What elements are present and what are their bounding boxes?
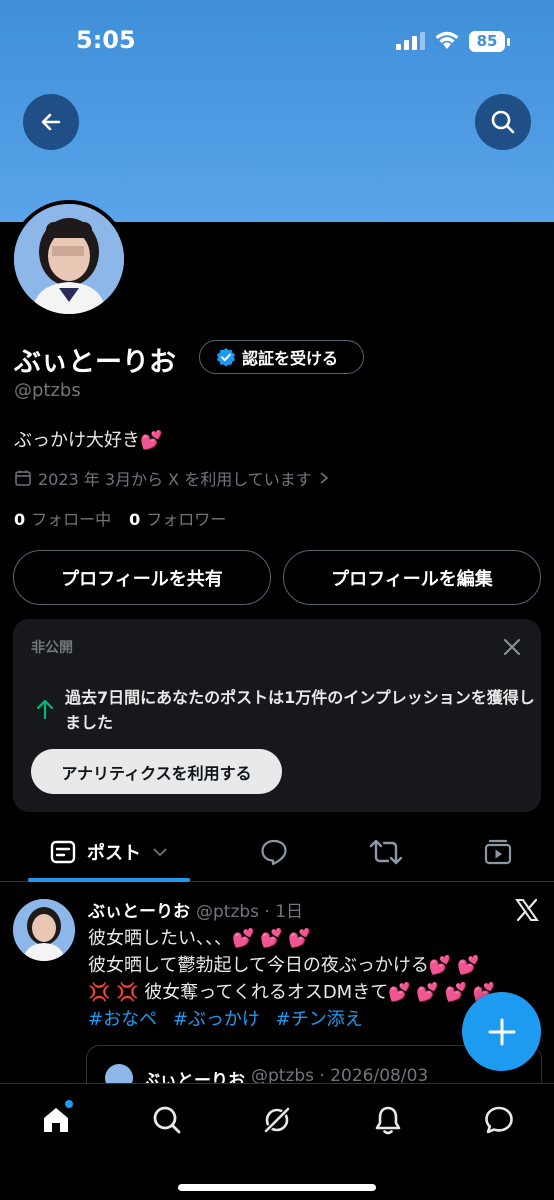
messages-icon: [485, 1106, 513, 1134]
chevron-right-icon: [320, 472, 328, 484]
nav-grok[interactable]: [257, 1100, 297, 1140]
reply-icon: [261, 839, 287, 866]
status-time: 5:05: [76, 26, 136, 54]
tab-posts-label: ポスト: [87, 843, 141, 864]
get-verified-label: 認証を受ける: [242, 349, 339, 368]
bottom-nav: [0, 1083, 554, 1200]
following-count: 0: [14, 510, 26, 529]
impressions-message: 過去7日間にあなたのポストは1万件のインプレッションを獲得しました: [65, 688, 535, 732]
status-bar: 5:05 85: [0, 0, 554, 80]
analytics-button[interactable]: アナリティクスを利用する: [31, 749, 282, 794]
home-indicator: [178, 1184, 376, 1191]
search-icon: [491, 110, 515, 134]
hashtag-link[interactable]: #おなペ: [88, 1009, 157, 1030]
followers-label: フォロワー: [146, 510, 227, 529]
back-button[interactable]: [23, 94, 79, 150]
post-line: 彼女晒したい、、、💕 💕 💕: [88, 928, 311, 949]
nav-home[interactable]: [36, 1100, 76, 1140]
explore-icon: [153, 1106, 181, 1134]
quoted-post-header: ぶぃとーりお @ptzbs · 2026/08/03: [143, 1066, 428, 1083]
post-line: 彼女晒して鬱勃起して今日の夜ぶっかける💕 💕: [88, 955, 480, 976]
tab-media[interactable]: [472, 824, 524, 880]
joined-date-link[interactable]: 2023 年 3月から X を利用しています: [14, 466, 330, 490]
profile-avatar[interactable]: [10, 200, 128, 318]
battery-tip: [507, 38, 510, 46]
hashtag-link[interactable]: #チン添え: [276, 1009, 363, 1030]
nav-explore[interactable]: [147, 1100, 187, 1140]
wifi-icon: [435, 31, 459, 49]
post-header: ぶぃとーりお @ptzbs · 1日: [88, 897, 303, 922]
private-label: 非公開: [31, 640, 73, 656]
edit-profile-button[interactable]: プロフィールを編集: [283, 550, 541, 605]
back-arrow-icon: [41, 113, 61, 131]
arrow-up-icon: [36, 699, 54, 720]
quoted-author-name: ぶぃとーりお: [143, 1071, 245, 1083]
nav-notifications[interactable]: [368, 1100, 408, 1140]
post-avatar[interactable]: [13, 899, 75, 961]
quoted-post-meta: @ptzbs · 2026/08/03: [251, 1066, 429, 1083]
following-label: フォロー中: [31, 510, 112, 529]
joined-date: 2023 年 3月から X を利用しています: [38, 470, 312, 489]
profile-name: ぶぃとーりお: [14, 347, 176, 378]
signal-icon: [396, 32, 425, 50]
calendar-icon: [15, 470, 31, 486]
post-meta: @ptzbs · 1日: [196, 902, 304, 922]
followers-link[interactable]: 0 フォロワー: [129, 506, 226, 530]
following-link[interactable]: 0 フォロー中: [14, 506, 111, 530]
follow-stats: 0 フォロー中 0 フォロワー: [14, 506, 226, 530]
chevron-down-icon[interactable]: [151, 846, 169, 858]
tab-reposts[interactable]: [360, 824, 412, 880]
tab-posts[interactable]: ポスト: [28, 824, 190, 880]
tab-replies[interactable]: [248, 824, 300, 880]
profile-handle: @ptzbs: [14, 380, 81, 401]
close-icon[interactable]: [501, 636, 523, 658]
home-icon: [44, 1108, 68, 1132]
posts-icon: [50, 840, 76, 864]
active-tab-indicator: [28, 878, 190, 882]
nav-messages[interactable]: [479, 1100, 519, 1140]
notification-dot: [65, 1100, 73, 1108]
profile-bio: ぶっかけ大好き💕: [14, 430, 163, 451]
quoted-post-avatar: [105, 1064, 133, 1083]
hashtag-link[interactable]: #ぶっかけ: [173, 1009, 260, 1030]
share-profile-button[interactable]: プロフィールを共有: [13, 550, 271, 605]
grok-icon: [263, 1106, 291, 1134]
repost-icon: [369, 839, 403, 865]
get-verified-button[interactable]: 認証を受ける: [199, 340, 364, 374]
analytics-card: 非公開 過去7日間にあなたのポストは1万件のインプレッションを獲得しました アナ…: [13, 619, 541, 812]
verified-badge-icon: [217, 348, 235, 367]
x-logo-icon: [515, 898, 539, 922]
bell-icon: [375, 1106, 401, 1135]
followers-count: 0: [129, 510, 141, 529]
compose-post-button[interactable]: [462, 992, 541, 1071]
post-line: 💢 💢 彼女奪ってくれるオスDMきて💕 💕 💕 💕: [88, 982, 496, 1003]
battery-indicator: 85: [469, 31, 505, 52]
media-icon: [484, 839, 512, 865]
profile-tabs: ポスト: [0, 824, 554, 882]
post-author-name[interactable]: ぶぃとーりお: [88, 897, 190, 922]
avatar-photo: [14, 204, 124, 314]
search-button[interactable]: [475, 94, 531, 150]
plus-icon: [488, 1018, 515, 1045]
